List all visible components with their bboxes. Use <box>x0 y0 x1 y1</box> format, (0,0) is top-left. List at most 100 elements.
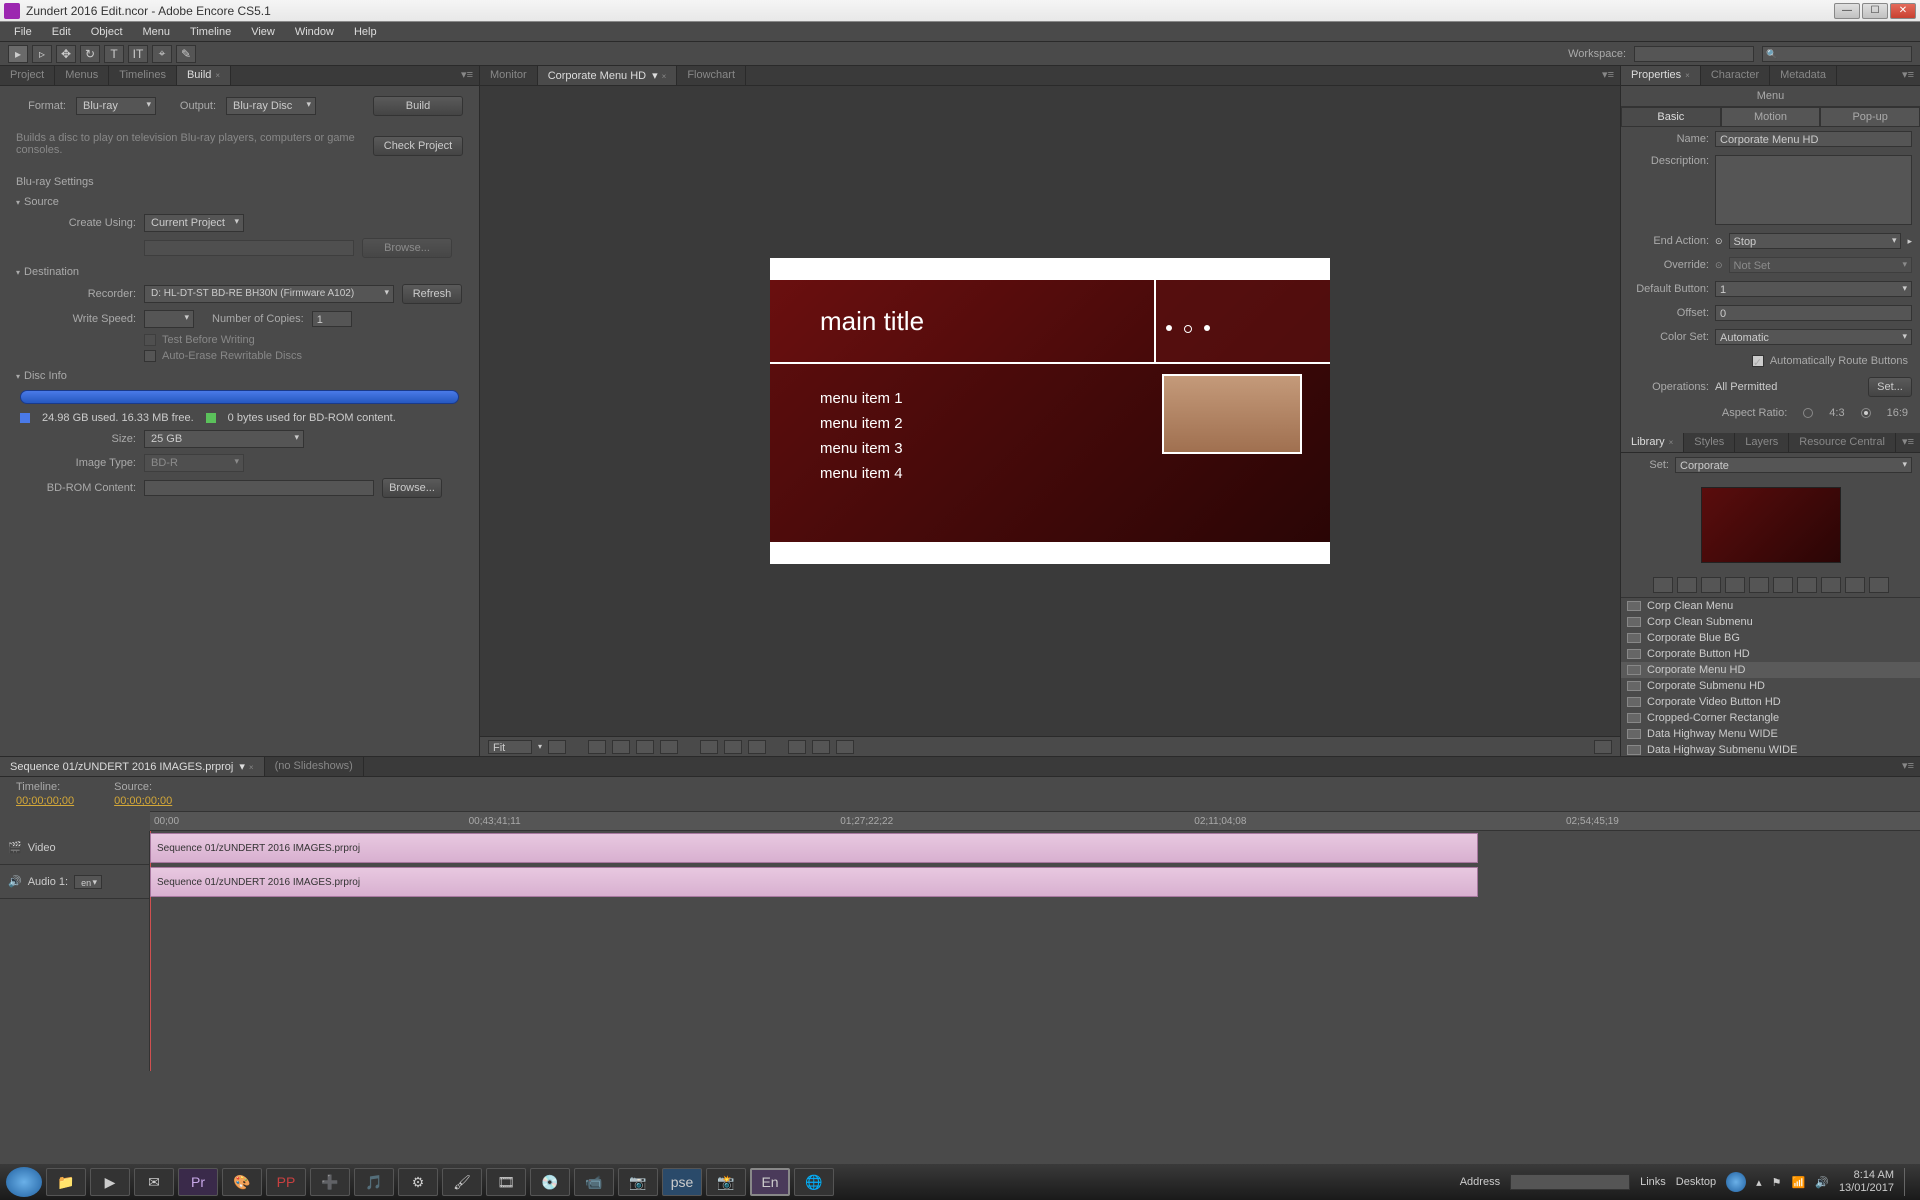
library-item[interactable]: Data Highway Submenu WIDE <box>1621 742 1920 756</box>
browse-bdrom-button[interactable]: Browse... <box>382 478 442 498</box>
library-item[interactable]: Corporate Menu HD <box>1621 662 1920 678</box>
app-icon-6[interactable]: 🎞 <box>486 1168 526 1196</box>
write-speed-select[interactable] <box>144 310 194 328</box>
app-icon-7[interactable]: 💿 <box>530 1168 570 1196</box>
vertical-text-tool[interactable]: IT <box>128 45 148 63</box>
destination-section[interactable]: Destination <box>16 266 463 278</box>
lib-filter-10[interactable] <box>1869 577 1889 593</box>
library-list[interactable]: Corp Clean MenuCorp Clean Submenu Corpora… <box>1621 597 1920 756</box>
menu-viewer[interactable]: main title menu item 1 menu item 2 menu … <box>480 86 1620 736</box>
tab-monitor[interactable]: Monitor <box>480 66 538 85</box>
address-input[interactable] <box>1510 1174 1630 1190</box>
next-icon[interactable] <box>836 740 854 754</box>
premiere-icon[interactable]: Pr <box>178 1168 218 1196</box>
timeline-panel-menu-icon[interactable]: ▾≡ <box>1896 757 1920 776</box>
media-player-icon[interactable]: ▶ <box>90 1168 130 1196</box>
play-icon[interactable] <box>812 740 830 754</box>
start-button[interactable] <box>6 1167 42 1197</box>
tab-timelines[interactable]: Timelines <box>109 66 177 85</box>
search-input[interactable] <box>1762 46 1912 62</box>
direct-select-tool[interactable]: ▹ <box>32 45 52 63</box>
app-icon-4[interactable]: 🎵 <box>354 1168 394 1196</box>
bdrom-content-input[interactable] <box>144 480 374 496</box>
text-tool[interactable]: T <box>104 45 124 63</box>
lib-filter-2[interactable] <box>1677 577 1697 593</box>
library-item[interactable]: Corporate Video Button HD <box>1621 694 1920 710</box>
lib-filter-8[interactable] <box>1821 577 1841 593</box>
maximize-button[interactable]: ☐ <box>1862 3 1888 19</box>
timeline-time[interactable]: 00;00;00;00 <box>16 795 74 807</box>
name-input[interactable]: Corporate Menu HD <box>1715 131 1912 147</box>
tab-styles[interactable]: Styles <box>1684 433 1735 452</box>
audio-clip[interactable]: Sequence 01/zUNDERT 2016 IMAGES.prproj <box>150 867 1478 897</box>
lib-panel-menu-icon[interactable]: ▾≡ <box>1896 433 1920 452</box>
menu-view[interactable]: View <box>243 24 283 40</box>
mon-right-icon[interactable] <box>1594 740 1612 754</box>
tab-no-slideshows[interactable]: (no Slideshows) <box>265 757 364 776</box>
menu-menu[interactable]: Menu <box>135 24 179 40</box>
set-select[interactable]: Corporate <box>1675 457 1912 473</box>
auto-erase-checkbox[interactable] <box>144 350 156 362</box>
tray-flag-icon[interactable]: ⚑ <box>1772 1176 1782 1189</box>
menu-timeline[interactable]: Timeline <box>182 24 239 40</box>
mon-btn-6[interactable] <box>724 740 742 754</box>
library-item[interactable]: Corporate Submenu HD <box>1621 678 1920 694</box>
camera-icon[interactable]: 📷 <box>618 1168 658 1196</box>
paint-icon[interactable]: 🖌 <box>442 1168 482 1196</box>
minimize-button[interactable]: — <box>1834 3 1860 19</box>
app-icon-3[interactable]: ➕ <box>310 1168 350 1196</box>
output-select[interactable]: Blu-ray Disc <box>226 97 316 115</box>
menu-file[interactable]: File <box>6 24 40 40</box>
menu-item-4[interactable]: menu item 4 <box>820 465 1330 482</box>
tab-properties[interactable]: Properties× <box>1621 66 1701 85</box>
aspect-43-radio[interactable] <box>1803 408 1813 418</box>
app-icon-1[interactable]: 🎨 <box>222 1168 262 1196</box>
library-item[interactable]: Corp Clean Submenu <box>1621 614 1920 630</box>
recorder-select[interactable]: D: HL-DT-ST BD-RE BH30N (Firmware A102) <box>144 285 394 303</box>
prev-icon[interactable] <box>788 740 806 754</box>
video-clip[interactable]: Sequence 01/zUNDERT 2016 IMAGES.prproj <box>150 833 1478 863</box>
tab-sequence[interactable]: Sequence 01/zUNDERT 2016 IMAGES.prproj▾× <box>0 757 265 776</box>
video-thumbnail[interactable] <box>1162 374 1302 454</box>
lib-filter-4[interactable] <box>1725 577 1745 593</box>
pse-icon[interactable]: pse <box>662 1168 702 1196</box>
video-track-label[interactable]: 🎬 Video <box>0 831 149 865</box>
source-time[interactable]: 00;00;00;00 <box>114 795 172 807</box>
subtab-popup[interactable]: Pop-up <box>1820 107 1920 127</box>
zoom-select[interactable]: Fit <box>488 740 532 754</box>
snapshot-icon[interactable]: 📸 <box>706 1168 746 1196</box>
chrome-icon[interactable]: 🌐 <box>794 1168 834 1196</box>
subtab-basic[interactable]: Basic <box>1621 107 1721 127</box>
workspace-select[interactable] <box>1634 46 1754 62</box>
library-item[interactable]: Corp Clean Menu <box>1621 598 1920 614</box>
explorer-icon[interactable]: 📁 <box>46 1168 86 1196</box>
move-tool[interactable]: ✥ <box>56 45 76 63</box>
mon-btn-5[interactable] <box>700 740 718 754</box>
tab-flowchart[interactable]: Flowchart <box>677 66 746 85</box>
tray-icon-1[interactable] <box>1726 1172 1746 1192</box>
check-project-button[interactable]: Check Project <box>373 136 463 156</box>
zoom-tool[interactable]: ⌖ <box>152 45 172 63</box>
menu-title[interactable]: main title <box>820 306 924 337</box>
library-item[interactable]: Cropped-Corner Rectangle <box>1621 710 1920 726</box>
set-button[interactable]: Set... <box>1868 377 1912 397</box>
mail-icon[interactable]: ✉ <box>134 1168 174 1196</box>
system-clock[interactable]: 8:14 AM13/01/2017 <box>1839 1169 1894 1195</box>
lib-filter-1[interactable] <box>1653 577 1673 593</box>
create-using-select[interactable]: Current Project <box>144 214 244 232</box>
center-panel-menu-icon[interactable]: ▾≡ <box>1596 66 1620 85</box>
tab-metadata[interactable]: Metadata <box>1770 66 1837 85</box>
copies-input[interactable]: 1 <box>312 311 352 327</box>
tab-character[interactable]: Character <box>1701 66 1770 85</box>
selection-tool[interactable]: ▸ <box>8 45 28 63</box>
tab-project[interactable]: Project <box>0 66 55 85</box>
lib-filter-5[interactable] <box>1749 577 1769 593</box>
encore-icon[interactable]: En <box>750 1168 790 1196</box>
menu-edit[interactable]: Edit <box>44 24 79 40</box>
lib-filter-3[interactable] <box>1701 577 1721 593</box>
format-select[interactable]: Blu-ray <box>76 97 156 115</box>
build-button[interactable]: Build <box>373 96 463 116</box>
auto-route-checkbox[interactable]: ✓ <box>1752 355 1764 367</box>
tray-volume-icon[interactable]: 🔊 <box>1815 1176 1829 1189</box>
aspect-169-radio[interactable] <box>1861 408 1871 418</box>
